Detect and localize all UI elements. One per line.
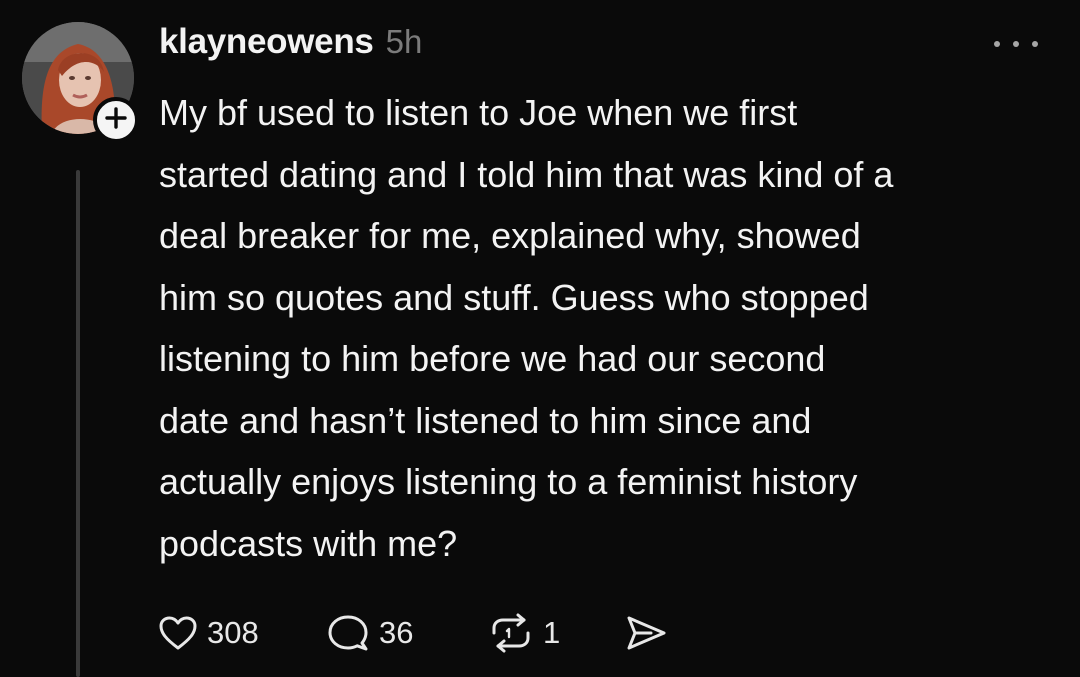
share-button[interactable] bbox=[624, 613, 668, 653]
follow-button[interactable] bbox=[93, 97, 139, 143]
like-count: 308 bbox=[207, 615, 259, 650]
action-bar: 308 36 1 bbox=[158, 608, 668, 658]
more-icon bbox=[994, 41, 1000, 47]
username[interactable]: klayneowens bbox=[159, 22, 374, 62]
timestamp[interactable]: 5h bbox=[386, 23, 423, 61]
reply-count: 36 bbox=[379, 615, 414, 650]
more-icon bbox=[1013, 41, 1019, 47]
more-button[interactable] bbox=[994, 32, 1038, 56]
reply-button[interactable]: 36 bbox=[326, 613, 488, 653]
post-text: My bf used to listen to Joe when we firs… bbox=[159, 92, 894, 564]
post-header: klayneowens 5h bbox=[159, 22, 422, 70]
more-icon bbox=[1032, 41, 1038, 47]
repost-icon bbox=[488, 613, 534, 653]
heart-icon bbox=[158, 615, 198, 651]
like-button[interactable]: 308 bbox=[158, 615, 326, 651]
repost-button[interactable]: 1 bbox=[488, 613, 624, 653]
plus-icon bbox=[105, 106, 127, 134]
thread-line bbox=[76, 170, 80, 677]
repost-count: 1 bbox=[543, 615, 561, 650]
speech-bubble-icon bbox=[326, 613, 370, 653]
send-icon bbox=[624, 613, 668, 653]
